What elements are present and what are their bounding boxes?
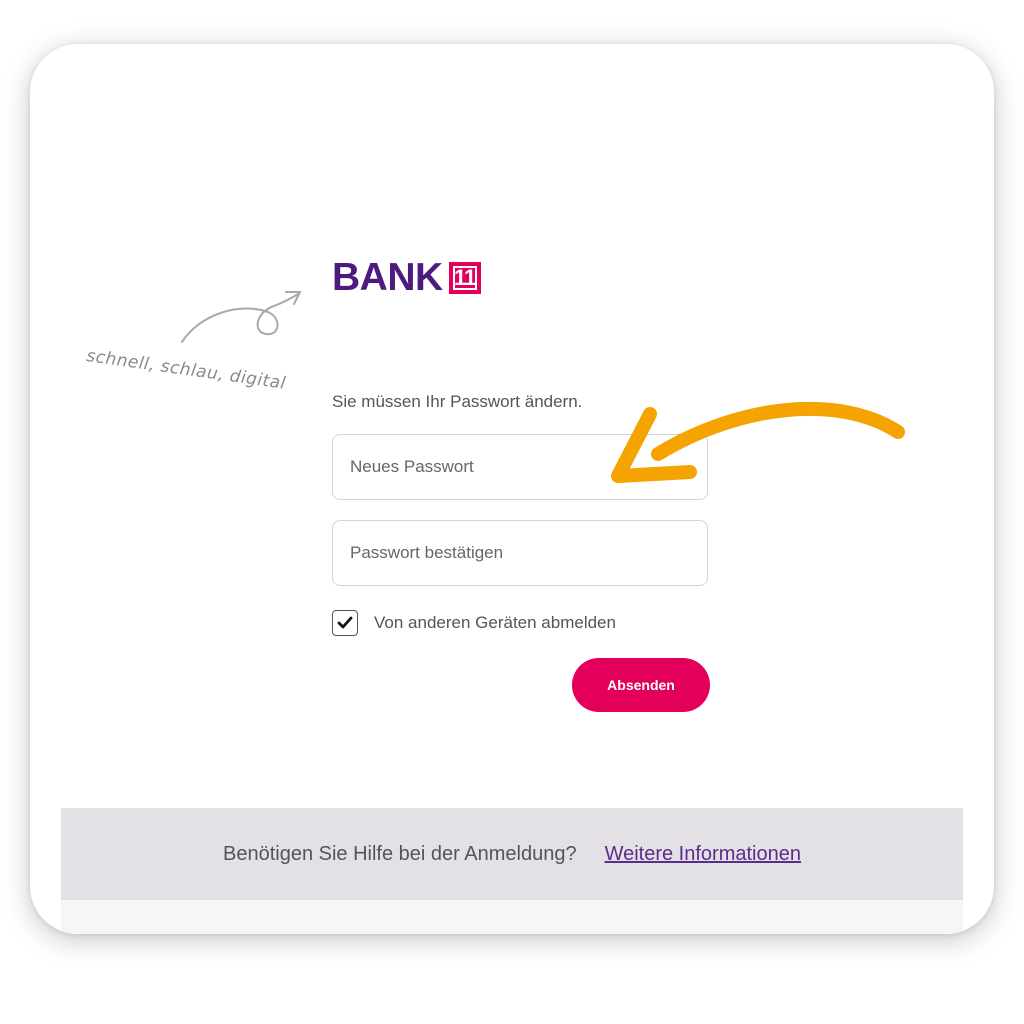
new-password-placeholder: Neues Passwort xyxy=(350,457,474,476)
help-bar: Benötigen Sie Hilfe bei der Anmeldung? W… xyxy=(61,808,963,900)
logout-other-devices-row: Von anderen Geräten abmelden xyxy=(332,610,616,636)
arrow-icon xyxy=(611,401,905,483)
tagline-swirl-icon xyxy=(181,291,302,343)
submit-button[interactable]: Absenden xyxy=(572,658,710,712)
logout-other-devices-label: Von anderen Geräten abmelden xyxy=(374,613,616,632)
logout-other-devices-checkbox[interactable] xyxy=(332,610,358,636)
bank-logo: BANK 11 xyxy=(332,258,481,298)
footer-strip xyxy=(61,900,963,934)
checkmark-icon xyxy=(337,616,353,629)
login-card: BANK 11 schnell, schlau, digital Sie müs… xyxy=(30,44,994,934)
logo-wordmark: BANK xyxy=(332,256,443,299)
confirm-password-field[interactable]: Passwort bestätigen xyxy=(332,520,708,586)
password-change-prompt: Sie müssen Ihr Passwort ändern. xyxy=(332,392,583,411)
help-text: Benötigen Sie Hilfe bei der Anmeldung? xyxy=(223,842,577,865)
logo-badge: 11 xyxy=(448,262,481,294)
confirm-password-placeholder: Passwort bestätigen xyxy=(350,543,504,562)
more-info-link[interactable]: Weitere Informationen xyxy=(605,843,801,866)
